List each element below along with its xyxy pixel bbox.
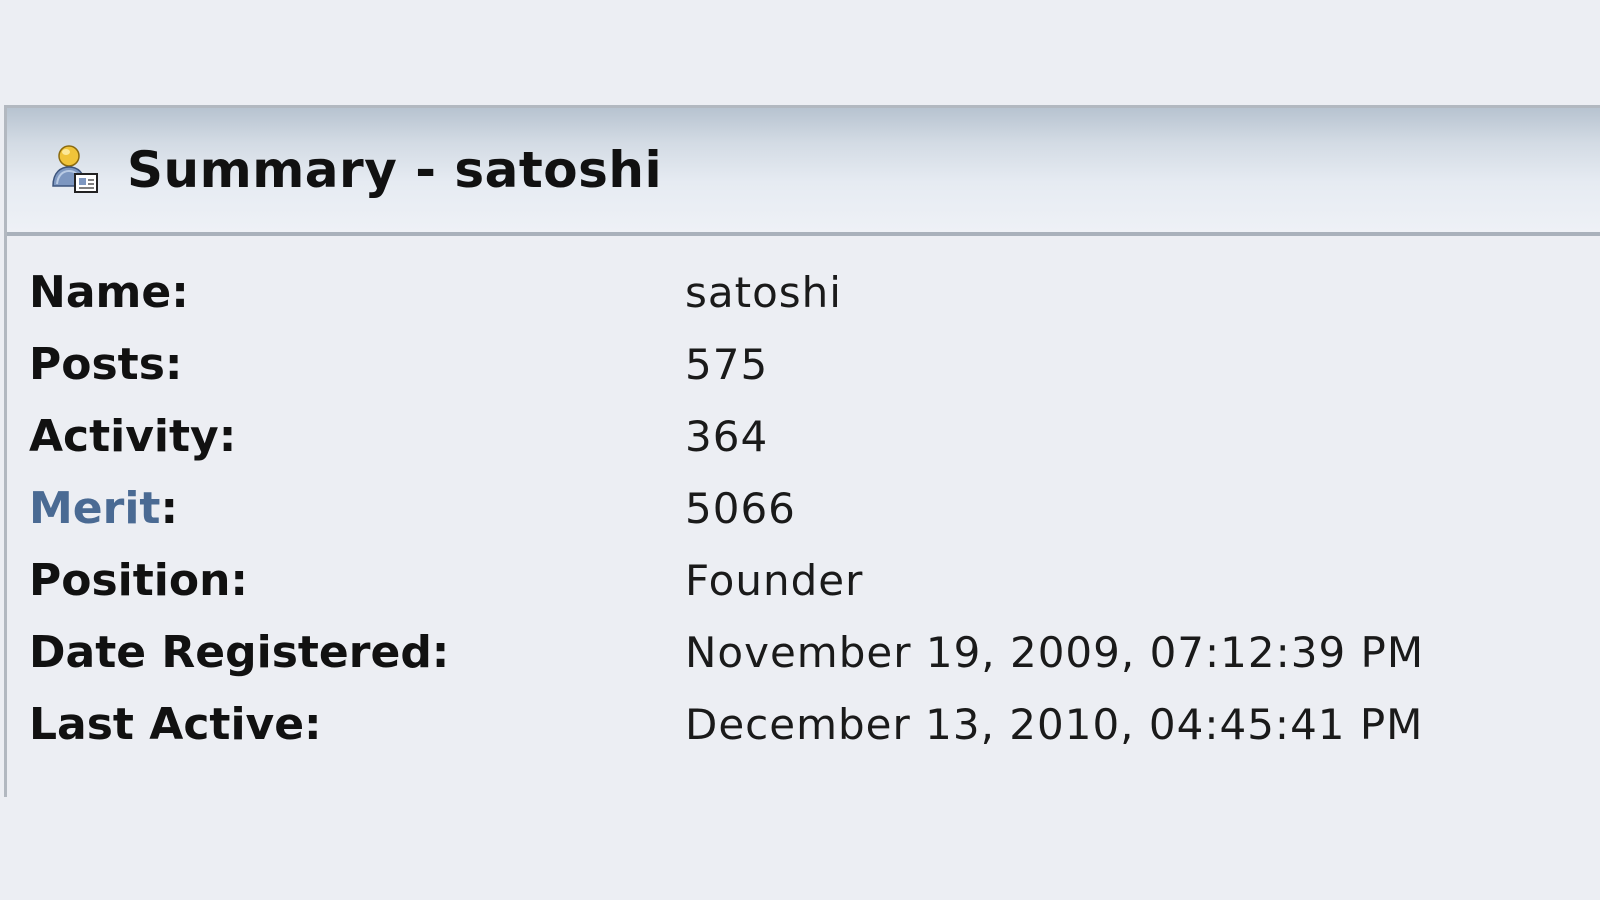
panel-title: Summary - satoshi bbox=[127, 141, 663, 199]
page: Summary - satoshi Name: satoshi Posts: 5… bbox=[0, 0, 1600, 900]
activity-value: 364 bbox=[685, 411, 769, 461]
name-value: satoshi bbox=[685, 267, 842, 317]
merit-value: 5066 bbox=[685, 483, 796, 533]
merit-label: Merit: bbox=[29, 483, 685, 534]
merit-label-colon: : bbox=[160, 482, 179, 534]
summary-row-name: Name: satoshi bbox=[29, 256, 1589, 328]
summary-rows: Name: satoshi Posts: 575 Activity: 364 M… bbox=[29, 256, 1589, 760]
summary-row-merit: Merit: 5066 bbox=[29, 472, 1589, 544]
summary-row-activity: Activity: 364 bbox=[29, 400, 1589, 472]
posts-value: 575 bbox=[685, 339, 769, 389]
date-registered-label: Date Registered: bbox=[29, 626, 450, 678]
last-active-label: Last Active: bbox=[29, 698, 322, 750]
position-value: Founder bbox=[685, 555, 864, 605]
name-label: Name: bbox=[29, 266, 189, 318]
profile-summary-panel: Summary - satoshi Name: satoshi Posts: 5… bbox=[4, 105, 1600, 797]
date-registered-value: November 19, 2009, 07:12:39 PM bbox=[685, 627, 1425, 677]
position-label: Position: bbox=[29, 554, 249, 606]
activity-label: Activity: bbox=[29, 410, 237, 462]
summary-row-last-active: Last Active: December 13, 2010, 04:45:41… bbox=[29, 688, 1589, 760]
summary-row-posts: Posts: 575 bbox=[29, 328, 1589, 400]
summary-row-position: Position: Founder bbox=[29, 544, 1589, 616]
posts-label: Posts: bbox=[29, 338, 183, 390]
panel-header: Summary - satoshi bbox=[7, 108, 1600, 236]
user-profile-icon bbox=[52, 145, 98, 193]
summary-row-date-registered: Date Registered: November 19, 2009, 07:1… bbox=[29, 616, 1589, 688]
merit-link[interactable]: Merit bbox=[29, 483, 160, 534]
last-active-value: December 13, 2010, 04:45:41 PM bbox=[685, 699, 1424, 749]
